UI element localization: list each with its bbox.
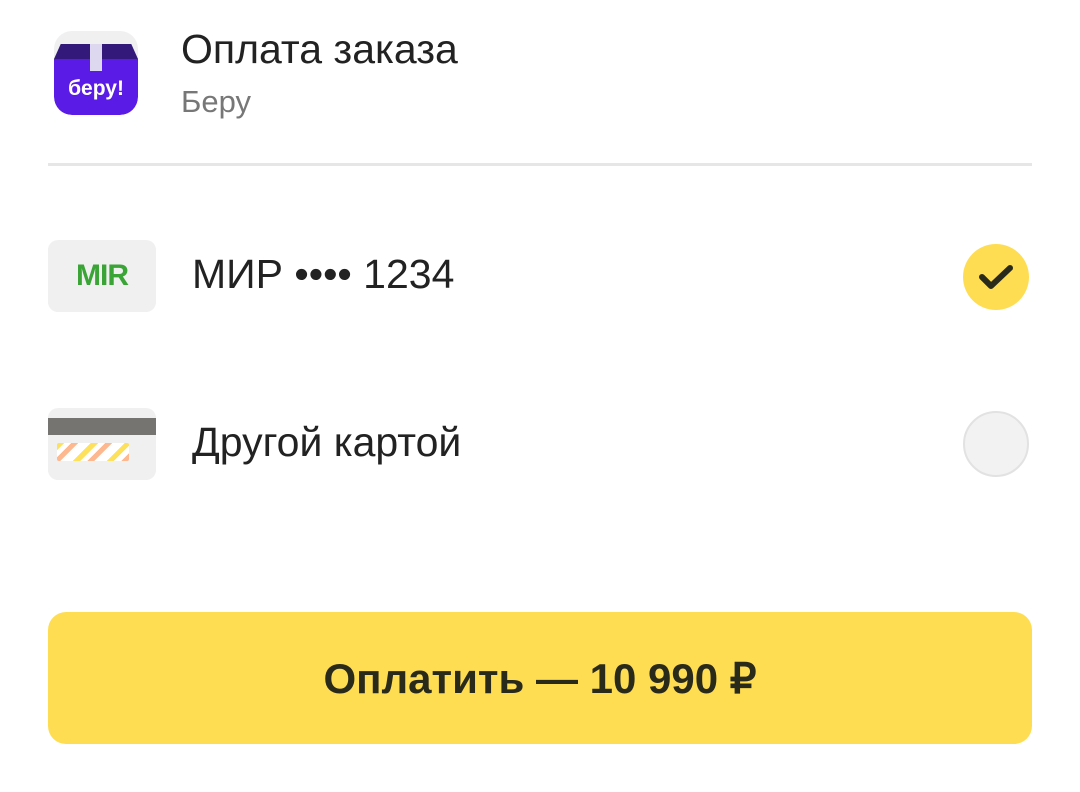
mir-card-icon: MIR [48,240,156,312]
unselected-radio-icon[interactable] [963,411,1029,477]
generic-card-icon [48,408,156,480]
logo-text: беру! [68,77,124,100]
payment-method-label: Другой картой [192,419,462,465]
page-title: Оплата заказа [181,26,458,72]
selected-check-icon[interactable] [963,244,1029,310]
divider [48,163,1032,166]
merchant-name: Беру [181,84,251,119]
pay-button[interactable]: Оплатить — 10 990 ₽ [48,612,1032,744]
beru-app-logo: беру! [54,31,138,115]
payment-method-label: МИР •••• 1234 [192,251,455,297]
